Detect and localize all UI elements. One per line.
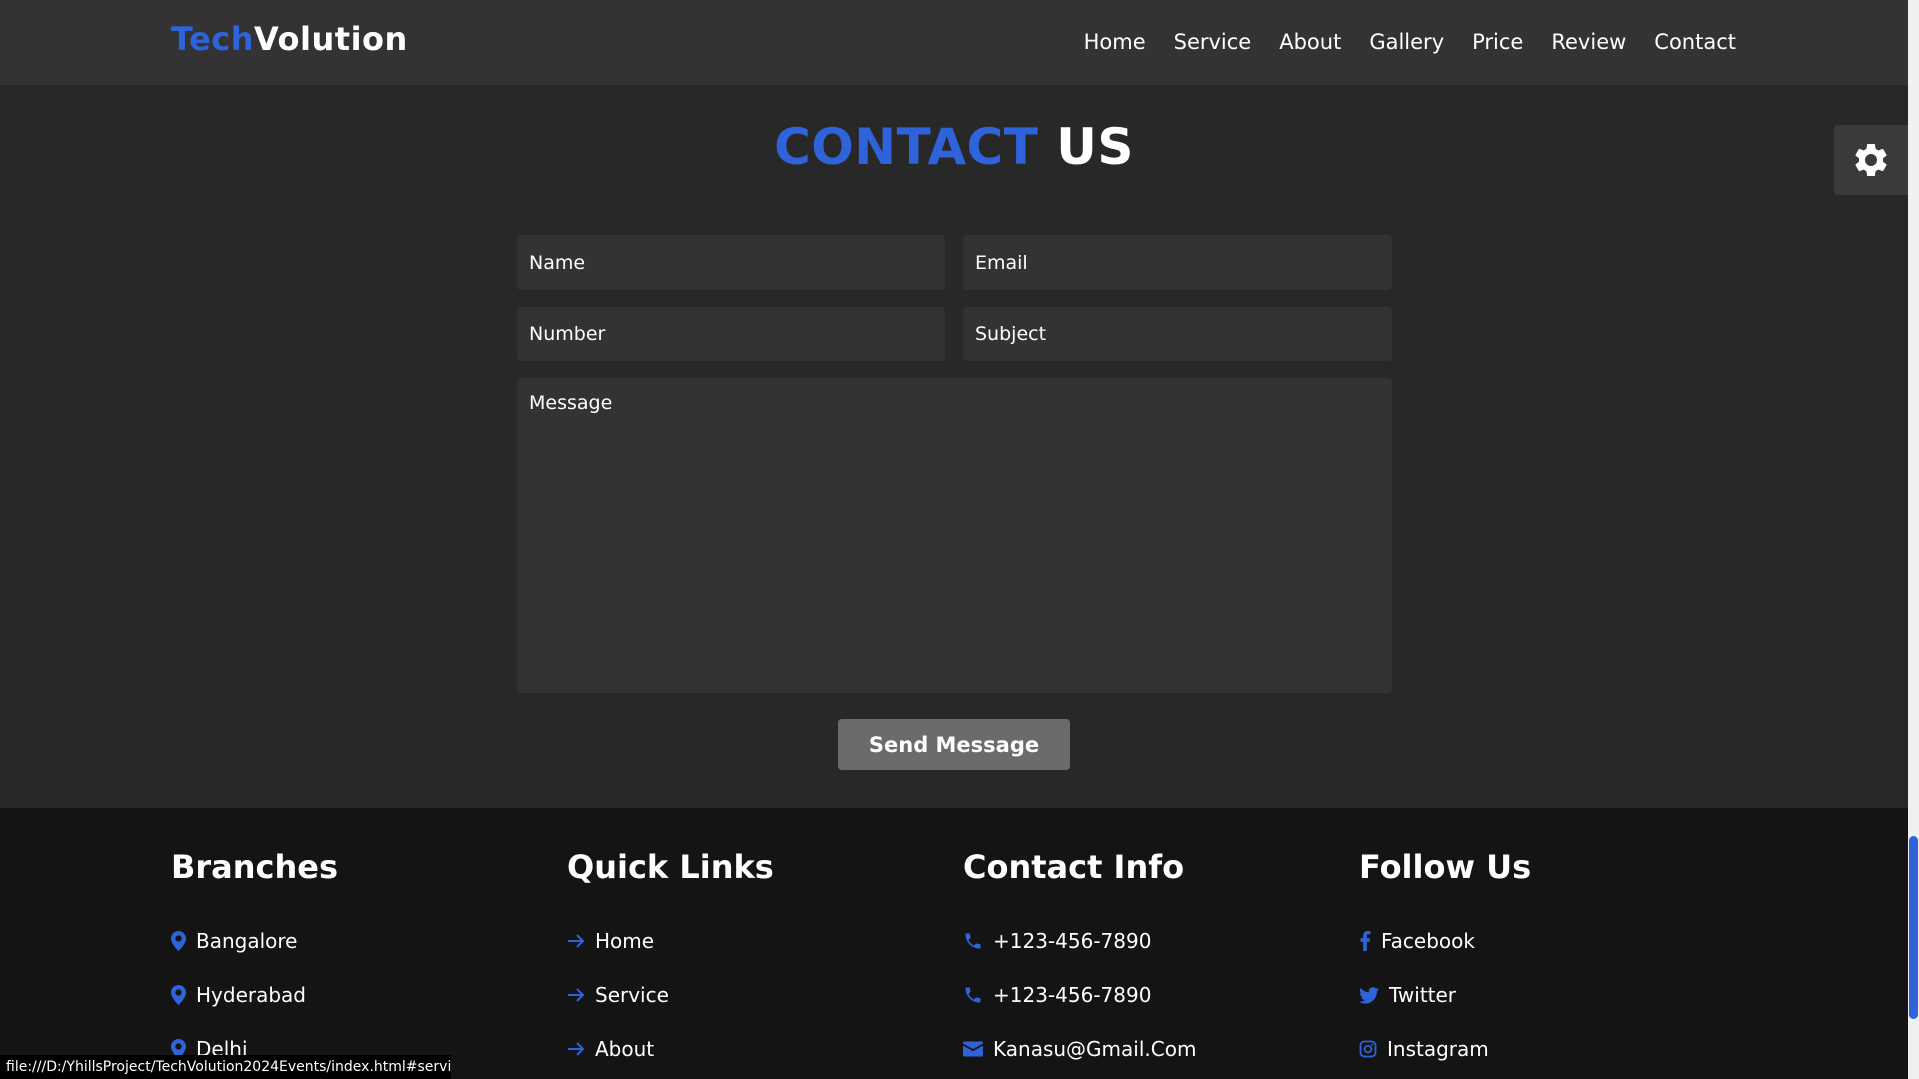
contact-phone[interactable]: +123-456-7890 [963,968,1196,1022]
contact-info-text: +123-456-7890 [993,929,1152,953]
twitter-icon [1359,986,1379,1004]
footer-quick-links: Quick Links Home Service About [567,848,774,1076]
social-label: Twitter [1389,983,1457,1007]
quick-link-label: Service [595,983,669,1007]
map-pin-icon [171,985,186,1005]
footer-branches: Branches Bangalore Hyderabad Delhi [171,848,338,1076]
email-input[interactable] [963,235,1392,290]
nav-home[interactable]: Home [1084,26,1146,58]
contact-phone[interactable]: +123-456-7890 [963,914,1196,968]
browser-status-bar: file:///D:/YhillsProject/TechVolution202… [0,1055,451,1079]
contact-info-text: Kanasu@Gmail.Com [993,1037,1197,1061]
branches-heading: Branches [171,848,339,886]
branch-name: Hyderabad [196,983,306,1007]
quick-link-label: Home [595,929,655,953]
nav-gallery[interactable]: Gallery [1369,26,1444,58]
site-header: TechVolution Home Service About Gallery … [0,0,1908,85]
arrow-right-icon [568,1042,585,1056]
contact-title-rest: US [1056,118,1134,176]
nav-price[interactable]: Price [1472,26,1523,58]
phone-icon [965,933,981,949]
contact-title: CONTACT US [0,118,1908,176]
page: TechVolution Home Service About Gallery … [0,0,1908,1079]
quick-link-service[interactable]: Service [567,968,774,1022]
quick-links-heading: Quick Links [567,848,774,886]
message-textarea[interactable] [517,378,1392,693]
contact-title-accent: CONTACT [774,118,1039,176]
site-footer: Branches Bangalore Hyderabad Delhi Quick… [0,808,1908,1079]
nav-about[interactable]: About [1279,26,1341,58]
social-instagram[interactable]: Instagram [1359,1022,1531,1076]
send-message-button[interactable]: Send Message [838,719,1070,770]
nav-contact[interactable]: Contact [1654,26,1736,58]
quick-link-label: About [595,1037,655,1061]
number-input[interactable] [517,307,945,361]
subject-input[interactable] [963,307,1392,361]
branch-name: Bangalore [196,929,298,953]
quick-link-home[interactable]: Home [567,914,774,968]
contact-email[interactable]: Kanasu@Gmail.Com [963,1022,1196,1076]
envelope-icon [963,1041,983,1057]
scrollbar-thumb[interactable] [1909,836,1918,1019]
social-twitter[interactable]: Twitter [1359,968,1531,1022]
logo[interactable]: TechVolution [171,20,408,58]
branch-item: Bangalore [171,914,338,968]
contact-info-text: +123-456-7890 [993,983,1152,1007]
quick-link-about[interactable]: About [567,1022,774,1076]
social-facebook[interactable]: Facebook [1359,914,1531,968]
instagram-icon [1359,1040,1377,1058]
social-label: Facebook [1381,929,1475,953]
footer-follow-us: Follow Us Facebook Twitter Instagram [1359,848,1531,1076]
nav-review[interactable]: Review [1551,26,1626,58]
facebook-icon [1360,931,1371,951]
arrow-right-icon [568,934,585,948]
map-pin-icon [171,931,186,951]
logo-accent: Tech [171,20,255,58]
phone-icon [965,987,981,1003]
name-input[interactable] [517,235,945,290]
footer-contact-info: Contact Info +123-456-7890 +123-456-7890… [963,848,1196,1076]
arrow-right-icon [568,988,585,1002]
nav-service[interactable]: Service [1174,26,1252,58]
main-nav: Home Service About Gallery Price Review … [1056,26,1736,58]
logo-text: Volution [254,20,408,58]
follow-us-heading: Follow Us [1359,848,1532,886]
contact-info-heading: Contact Info [963,848,1185,886]
social-label: Instagram [1387,1037,1489,1061]
branch-item: Hyderabad [171,968,338,1022]
